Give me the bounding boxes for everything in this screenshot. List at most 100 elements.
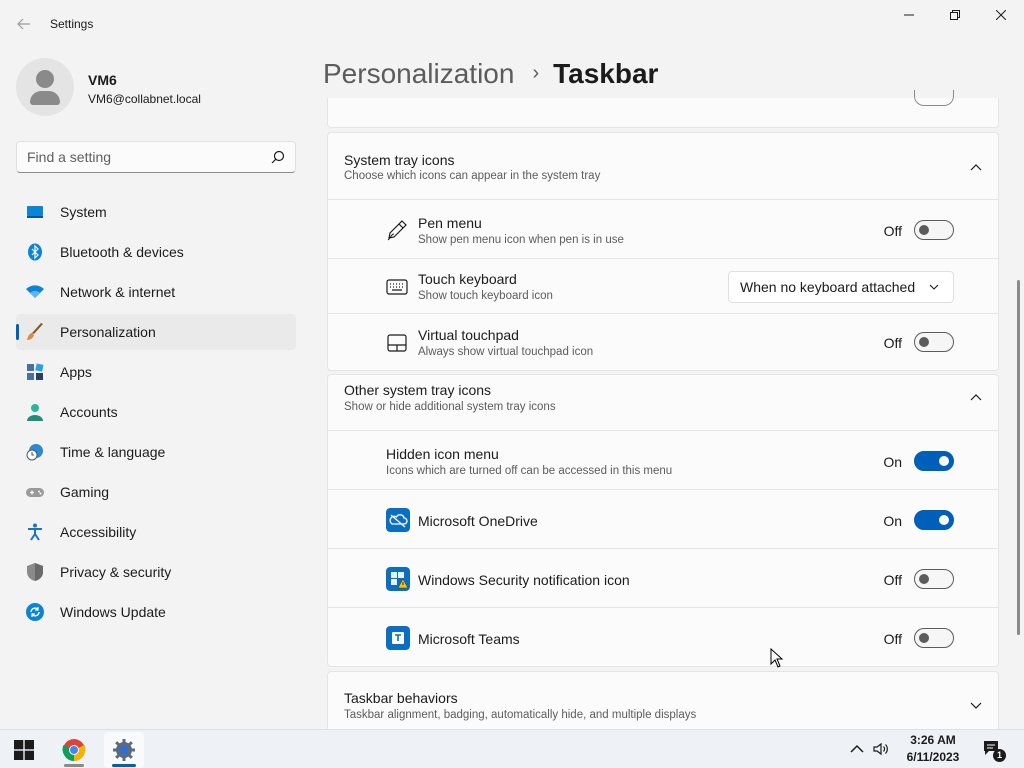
pen-menu-row: Pen menu Show pen menu icon when pen is … [327, 199, 999, 259]
row-description: Icons which are turned off can be access… [386, 465, 673, 477]
restore-button[interactable] [932, 4, 978, 28]
apps-icon [27, 363, 44, 380]
breadcrumb-separator: › [532, 62, 540, 84]
toggle-state-label: Off [883, 335, 902, 351]
clock-time[interactable]: 3:26 AM [906, 733, 960, 747]
sidebar-item-accessibility[interactable]: Accessibility [16, 514, 296, 550]
close-button[interactable] [978, 4, 1024, 28]
taskbar-behaviors-section-header[interactable]: Taskbar behaviors Taskbar alignment, bad… [327, 671, 999, 729]
chevron-down-icon[interactable] [970, 702, 982, 710]
sidebar-item-label: Network & internet [60, 284, 176, 300]
sidebar-item-label: Privacy & security [60, 564, 172, 580]
sidebar-nav: System Bluetooth & devices Network & int… [16, 194, 296, 634]
windows-security-toggle[interactable] [914, 569, 954, 589]
speaker-icon[interactable] [872, 740, 890, 758]
chevron-up-icon[interactable] [970, 393, 982, 401]
chrome-icon [62, 739, 86, 761]
sidebar-item-label: Apps [60, 364, 92, 380]
toggle-state-label: Off [883, 223, 902, 239]
touchpad-icon [387, 334, 407, 352]
touch-keyboard-row: Touch keyboard Show touch keyboard icon … [327, 258, 999, 314]
other-tray-section-header[interactable]: Other system tray icons Show or hide add… [327, 374, 999, 431]
row-description: Always show virtual touchpad icon [418, 346, 594, 358]
breadcrumb-parent[interactable]: Personalization [323, 58, 514, 89]
row-title: Microsoft Teams [418, 631, 520, 647]
sidebar-item-network[interactable]: Network & internet [16, 274, 296, 310]
onedrive-icon [386, 508, 410, 532]
sidebar-item-label: Personalization [60, 324, 156, 340]
touch-keyboard-dropdown[interactable]: When no keyboard attached [728, 271, 954, 303]
row-title: Pen menu [418, 215, 482, 231]
toggle-state-label: On [883, 454, 902, 470]
hidden-icon-menu-row: Hidden icon menu Icons which are turned … [327, 430, 999, 490]
section-description: Taskbar alignment, badging, automaticall… [344, 709, 697, 721]
sidebar-item-system[interactable]: System [16, 194, 296, 230]
chevron-up-icon[interactable] [848, 740, 866, 758]
sidebar-item-bluetooth[interactable]: Bluetooth & devices [16, 234, 296, 270]
teams-icon [386, 626, 410, 650]
row-title: Microsoft OneDrive [418, 513, 538, 529]
sidebar-item-label: Time & language [60, 444, 166, 460]
sidebar-item-label: Windows Update [60, 604, 166, 620]
user-email: VM6@collabnet.local [88, 92, 201, 106]
chevron-up-icon[interactable] [970, 163, 982, 171]
sidebar-item-gaming[interactable]: Gaming [16, 474, 296, 510]
pen-menu-toggle[interactable] [914, 220, 954, 240]
sidebar-item-label: Bluetooth & devices [60, 244, 184, 260]
windows-security-row: Windows Security notification icon Off [327, 548, 999, 608]
previous-section-card [327, 90, 999, 128]
taskbar-chrome-button[interactable] [54, 732, 94, 768]
sidebar-item-accounts[interactable]: Accounts [16, 394, 296, 430]
teams-toggle[interactable] [914, 628, 954, 648]
notification-count-badge: 1 [993, 749, 1006, 762]
sidebar-item-windows-update[interactable]: Windows Update [16, 594, 296, 630]
update-icon [26, 603, 44, 621]
search-box[interactable]: Find a setting [16, 141, 296, 173]
dropdown-value: When no keyboard attached [740, 279, 916, 295]
sidebar-item-privacy-security[interactable]: Privacy & security [16, 554, 296, 590]
row-title: Touch keyboard [418, 271, 517, 287]
toggle-state-label: Off [883, 631, 902, 647]
windows-start-icon [14, 740, 34, 760]
mouse-cursor-icon [770, 648, 784, 668]
sidebar-item-label: System [60, 204, 107, 220]
onedrive-toggle[interactable] [914, 510, 954, 530]
sidebar-item-apps[interactable]: Apps [16, 354, 296, 390]
search-icon[interactable] [271, 150, 285, 164]
row-description: Show pen menu icon when pen is in use [418, 234, 624, 246]
section-description: Show or hide additional system tray icon… [344, 401, 556, 413]
sidebar-item-personalization[interactable]: Personalization [16, 314, 296, 350]
section-description: Choose which icons can appear in the sys… [344, 170, 601, 182]
hidden-icon-menu-toggle[interactable] [914, 451, 954, 471]
wifi-icon [26, 285, 44, 298]
breadcrumb: Personalization › Taskbar [323, 58, 658, 90]
shield-icon [27, 563, 43, 581]
settings-gear-icon [113, 739, 135, 761]
minimize-button[interactable] [886, 4, 932, 28]
app-title: Settings [50, 17, 94, 31]
toggle-state-label: Off [883, 572, 902, 588]
scrollbar[interactable] [1017, 280, 1020, 635]
teams-row: Microsoft Teams Off [327, 607, 999, 667]
clock-date[interactable]: 6/11/2023 [898, 750, 968, 764]
accessibility-icon [28, 523, 42, 541]
keyboard-icon [386, 279, 408, 295]
taskbar: 3:26 AM 6/11/2023 1 [0, 729, 1024, 768]
sidebar-item-time-language[interactable]: Time & language [16, 434, 296, 470]
accounts-icon [27, 404, 43, 421]
start-button[interactable] [4, 732, 44, 768]
chevron-down-icon [929, 284, 939, 290]
row-title: Hidden icon menu [386, 446, 499, 462]
user-name: VM6 [88, 72, 117, 88]
sidebar-item-label: Gaming [60, 484, 110, 500]
windows-security-icon [386, 567, 410, 591]
system-tray-section-header[interactable]: System tray icons Choose which icons can… [327, 132, 999, 200]
virtual-touchpad-toggle[interactable] [914, 332, 954, 352]
taskbar-settings-button[interactable] [104, 732, 144, 768]
system-icon [27, 206, 43, 218]
sidebar-item-label: Accessibility [60, 524, 137, 540]
search-input[interactable]: Find a setting [27, 149, 111, 165]
back-arrow-icon[interactable] [12, 12, 36, 36]
virtual-touchpad-row: Virtual touchpad Always show virtual tou… [327, 313, 999, 371]
title-bar: Settings [0, 0, 1024, 48]
